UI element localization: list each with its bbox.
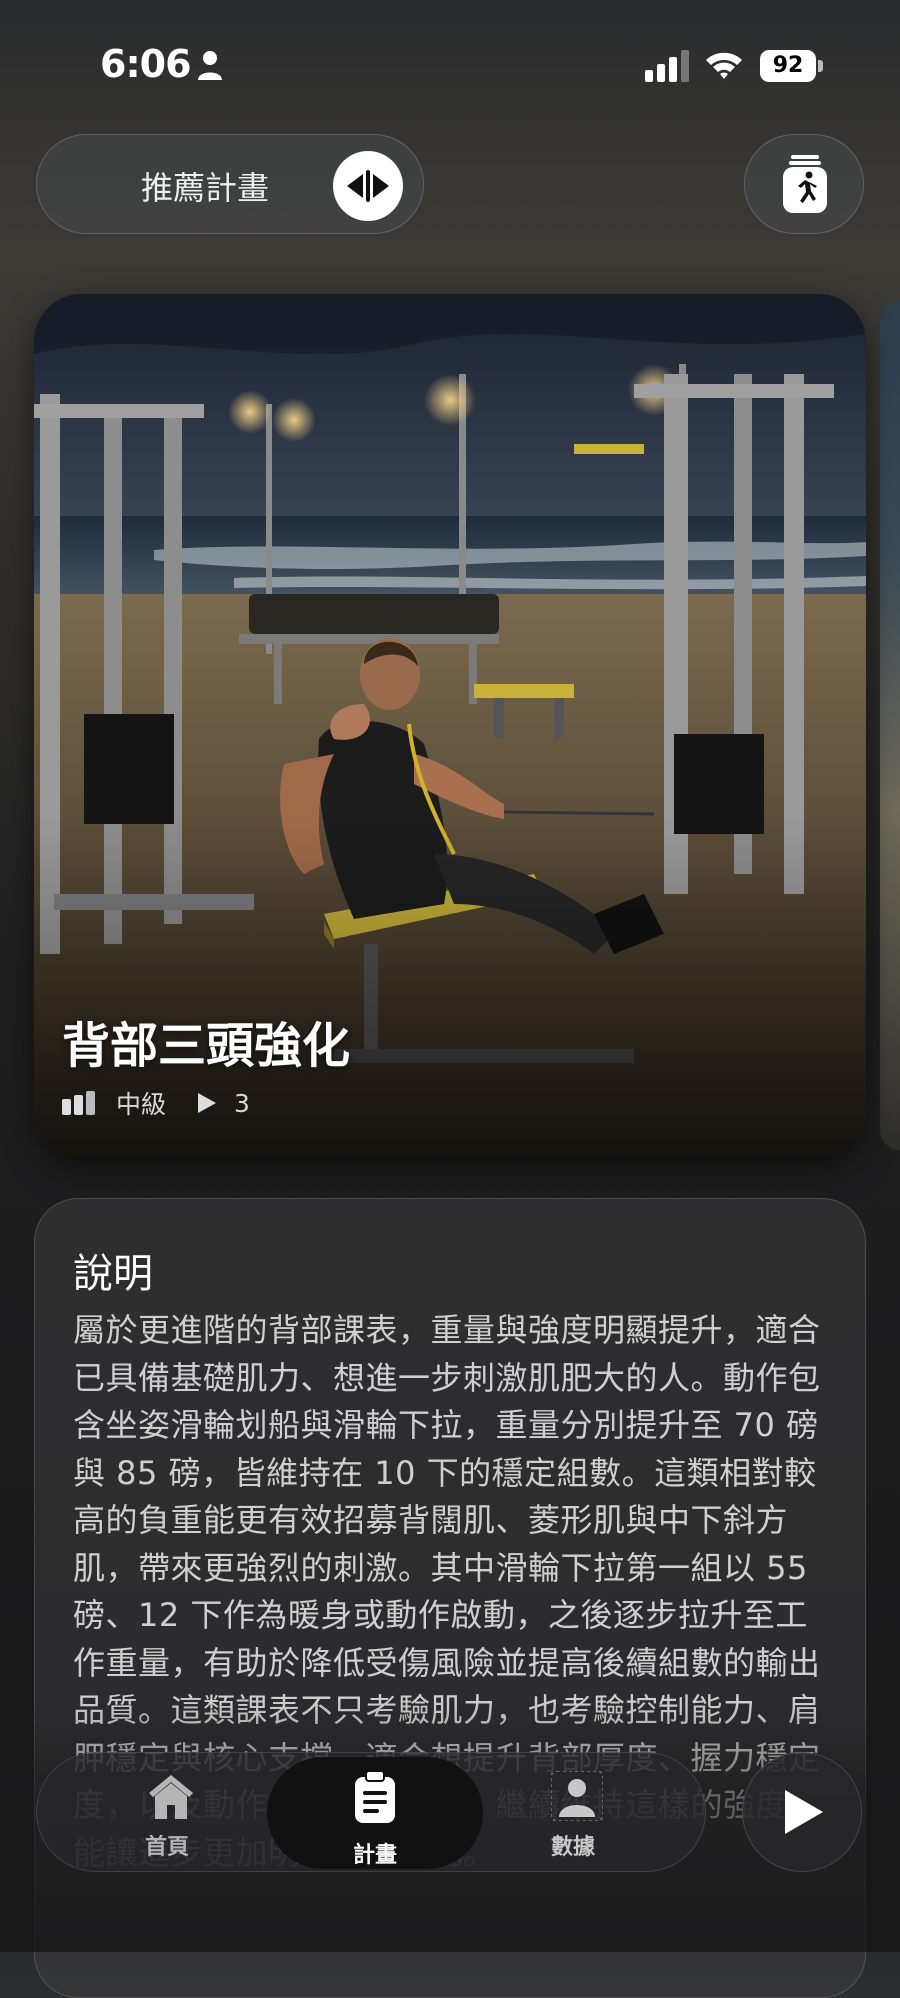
tab-stats-label: 數據 (550, 1835, 595, 1860)
tab-home-label: 首頁 (144, 1835, 189, 1860)
start-workout-button[interactable] (742, 1752, 862, 1872)
plan-title: 背部三頭強化 (62, 1018, 351, 1074)
swap-arrows-icon (347, 170, 389, 202)
stats-person-icon (551, 1771, 603, 1821)
plan-meta: 中級 3 (62, 1086, 250, 1120)
tab-plan[interactable]: 計畫 (267, 1757, 483, 1869)
clipboard-icon (355, 1771, 395, 1823)
wifi-icon (706, 52, 742, 79)
difficulty-bars-icon (62, 1091, 95, 1115)
activity-button[interactable] (744, 134, 864, 234)
tab-stats[interactable]: 數據 (473, 1753, 673, 1871)
running-app-icon (783, 155, 827, 213)
plan-selector-label: 推薦計畫 (141, 169, 270, 207)
plan-selector[interactable]: 推薦計畫 (36, 134, 424, 234)
description-heading: 說明 (73, 1251, 153, 1297)
next-plan-card-peek[interactable] (880, 302, 900, 1150)
tab-plan-label: 計畫 (352, 1843, 397, 1868)
cellular-signal-icon (645, 50, 689, 82)
play-icon (785, 1790, 823, 1834)
difficulty-label: 中級 (116, 1090, 167, 1119)
tab-bar: 首頁 計畫 數據 (36, 1752, 706, 1872)
play-count-icon (198, 1093, 217, 1113)
plan-hero-card[interactable]: 背部三頭強化 中級 3 (34, 294, 866, 1162)
home-icon (149, 1775, 193, 1819)
person-icon (198, 51, 222, 80)
status-bar: 6:06 92 (0, 0, 900, 130)
battery-level: 92 (760, 50, 816, 82)
tab-home[interactable]: 首頁 (67, 1753, 267, 1871)
battery-icon: 92 (760, 50, 824, 82)
swap-plan-button[interactable] (333, 151, 403, 221)
exercise-count: 3 (234, 1088, 250, 1118)
status-time: 6:06 (100, 42, 192, 86)
